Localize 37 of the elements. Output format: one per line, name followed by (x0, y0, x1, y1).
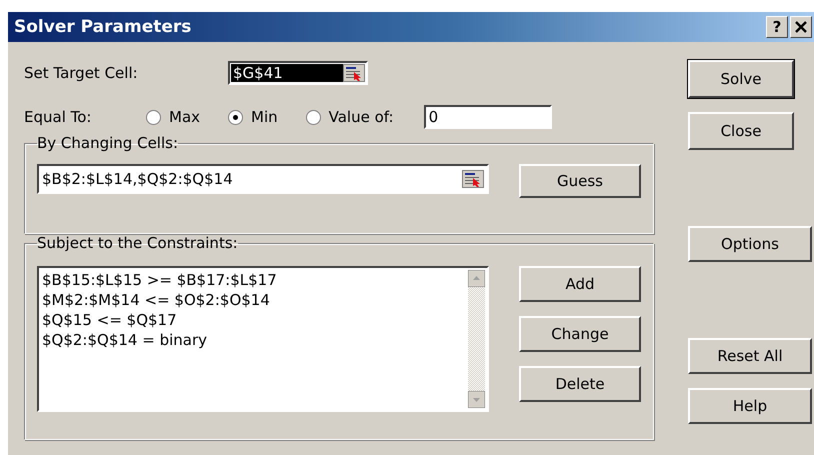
range-select-icon[interactable] (462, 170, 484, 188)
radio-option[interactable]: Value of: (306, 108, 394, 126)
constraint-button[interactable]: Delete (519, 366, 641, 402)
equal-to-label: Equal To: (24, 108, 92, 126)
dialog-button[interactable]: Options (688, 226, 812, 262)
scrollbar[interactable] (468, 270, 485, 408)
close-icon (795, 21, 807, 33)
dialog-button[interactable]: Help (688, 388, 812, 424)
constraint-item[interactable]: $Q$2:$Q$14 = binary (42, 330, 277, 350)
scroll-up-icon[interactable] (468, 270, 485, 287)
constraint-button[interactable]: Add (519, 266, 641, 302)
dialog-button[interactable]: Reset All (688, 338, 812, 374)
radio-button[interactable] (146, 110, 161, 124)
dialog-button[interactable]: Solve (688, 60, 794, 98)
window-title: Solver Parameters (14, 17, 192, 37)
guess-button[interactable]: Guess (519, 164, 641, 198)
constraint-button[interactable]: Change (519, 316, 641, 352)
group-title: Subject to the Constraints: (37, 234, 238, 252)
constraints-list[interactable]: $B$15:$L$15 >= $B$17:$L$17 $M$2:$M$14 <= $O$2:$O$14 $Q$15 <= $Q$17 $Q$2:$Q$14 = binary (37, 266, 489, 412)
group-title: By Changing Cells: (37, 134, 178, 152)
dialog-button[interactable]: Close (688, 112, 794, 150)
target-cell-value: $G$41 (231, 64, 343, 82)
scroll-down-icon[interactable] (468, 391, 485, 408)
constraint-item[interactable]: $B$15:$L$15 >= $B$17:$L$17 (42, 270, 277, 290)
radio-button[interactable] (306, 110, 321, 124)
value-field[interactable]: 0 (424, 105, 552, 129)
changing-cells-field[interactable]: $B$2:$L$14,$Q$2:$Q$14 (37, 164, 489, 194)
constraint-item[interactable]: $M$2:$M$14 <= $O$2:$O$14 (42, 290, 277, 310)
constraint-item[interactable]: $Q$15 <= $Q$17 (42, 310, 277, 330)
radio-option[interactable]: Max (146, 108, 200, 126)
target-cell-field[interactable]: $G$41 (228, 61, 368, 85)
range-select-icon[interactable] (343, 64, 365, 82)
close-button[interactable] (790, 16, 812, 38)
help-button[interactable]: ? (766, 16, 788, 38)
radio-option[interactable]: Min (228, 108, 278, 126)
radio-button[interactable] (228, 110, 244, 124)
target-cell-label: Set Target Cell: (24, 64, 139, 82)
